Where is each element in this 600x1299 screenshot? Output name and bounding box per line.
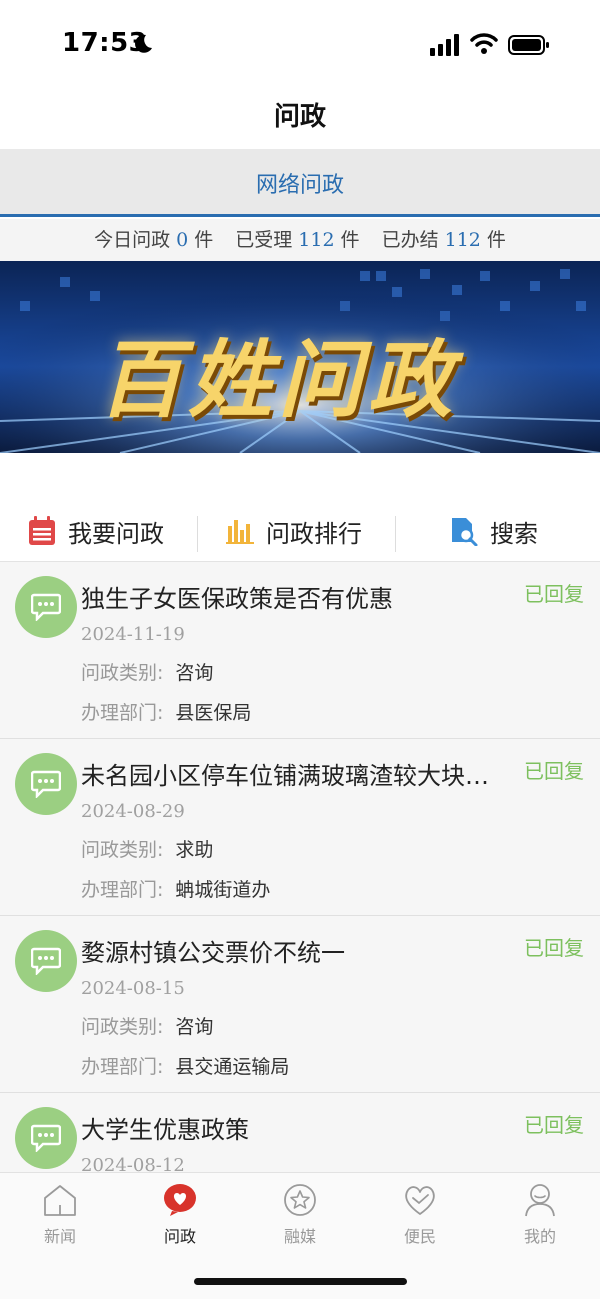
category-label: 问政类别: [81,1016,164,1038]
tab-network-wenzheng[interactable]: 网络问政 [0,149,600,217]
item-title: 大学生优惠政策 [81,1116,249,1144]
category-label: 问政类别: [81,662,164,684]
chat-bubble-icon [31,947,61,975]
chat-avatar [15,753,77,815]
ask-question-button[interactable]: 我要问政 [28,500,164,562]
ask-question-label: 我要问政 [68,519,164,548]
department-value: 蚺城街道办 [175,879,271,901]
search-button[interactable]: 搜索 [450,500,538,562]
tab-media[interactable]: 融媒 [240,1183,360,1247]
status-badge: 已回复 [524,759,584,783]
stats-unit-1: 件 [194,229,214,251]
moon-icon [135,34,152,53]
category-value: 咨询 [175,1016,214,1038]
tab-label: 网络问政 [255,173,344,198]
item-date: 2024-08-15 [81,978,185,999]
star-circle-icon [284,1184,316,1216]
department-label: 办理部门: [81,702,164,724]
ranking-button[interactable]: 问政排行 [226,500,362,562]
stats-done-value: 112 [444,229,481,251]
item-category-row: 问政类别: 求助 [81,835,213,862]
tab-service-label: 便民 [403,1227,436,1246]
status-bar: 17:53 [0,0,600,88]
heart-chat-icon [164,1184,196,1216]
tab-mine[interactable]: 我的 [480,1183,600,1247]
search-doc-icon [452,518,478,546]
tab-wenzheng-label: 问政 [163,1227,196,1246]
list-item[interactable]: 婺源村镇公交票价不统一 已回复 2024-08-15 问政类别: 咨询 办理部门:… [0,916,600,1093]
stats-done-label: 已办结 [381,229,439,251]
chat-bubble-icon [31,1124,61,1152]
chat-avatar [15,576,77,638]
ranking-label: 问政排行 [266,519,362,548]
stats-accepted-value: 112 [298,229,335,251]
search-label: 搜索 [490,519,538,548]
page-title: 问政 [273,102,326,132]
stats-accepted-label: 已受理 [235,229,293,251]
tab-wenzheng[interactable]: 问政 [120,1183,240,1247]
item-title: 婺源村镇公交票价不统一 [81,939,345,967]
item-category-row: 问政类别: 咨询 [81,658,213,685]
department-value: 县医保局 [175,702,252,724]
list-item[interactable]: 大学生优惠政策 已回复 2024-08-12 [0,1093,600,1172]
status-badge: 已回复 [524,936,584,960]
tab-news[interactable]: 新闻 [0,1183,120,1247]
wifi-icon [470,33,498,54]
category-label: 问政类别: [81,839,164,861]
item-title: 未名园小区停车位铺满玻璃渣较大块的石子 [81,762,501,790]
stats-unit-3: 件 [486,229,506,251]
item-category-row: 问政类别: 咨询 [81,1012,213,1039]
list-item[interactable]: 独生子女医保政策是否有优惠 已回复 2024-11-19 问政类别: 咨询 办理部… [0,562,600,739]
bar-chart-icon [226,520,254,544]
item-date: 2024-08-29 [81,801,185,822]
list-item[interactable]: 未名园小区停车位铺满玻璃渣较大块的石子 已回复 2024-08-29 问政类别:… [0,739,600,916]
chat-avatar [15,1107,77,1169]
user-icon [525,1184,555,1217]
department-label: 办理部门: [81,879,164,901]
chat-avatar [15,930,77,992]
chat-bubble-icon [31,770,61,798]
stats-today-value: 0 [176,229,189,251]
home-icon [44,1185,76,1216]
banner[interactable]: 百姓问政 [0,261,600,453]
category-value: 求助 [175,839,214,861]
banner-title: 百姓问政 [98,330,459,429]
stats-unit-2: 件 [340,229,360,251]
item-department-row: 办理部门: 蚺城街道办 [81,875,270,902]
tab-news-label: 新闻 [43,1227,76,1246]
item-title: 独生子女医保政策是否有优惠 [81,585,393,613]
heart-check-icon [405,1186,435,1215]
status-badge: 已回复 [524,1113,584,1137]
category-value: 咨询 [175,662,214,684]
divider [395,516,396,552]
chat-bubble-icon [31,593,61,621]
item-date: 2024-11-19 [81,624,185,645]
battery-icon [508,35,549,55]
calendar-icon [29,516,55,545]
divider [197,516,198,552]
tab-media-label: 融媒 [283,1227,316,1246]
stats-bar: 今日问政 0 件 已受理 112 件 已办结 112 件 [0,219,600,261]
tab-service[interactable]: 便民 [360,1183,480,1247]
signal-icon [430,34,459,56]
stats-today-label: 今日问政 [94,229,171,251]
item-department-row: 办理部门: 县交通运输局 [81,1052,289,1079]
department-value: 县交通运输局 [175,1056,290,1078]
action-bar: 我要问政 问政排行 搜索 [0,500,600,562]
question-list[interactable]: 独生子女医保政策是否有优惠 已回复 2024-11-19 问政类别: 咨询 办理部… [0,562,600,1172]
item-department-row: 办理部门: 县医保局 [81,698,251,725]
item-date: 2024-08-12 [81,1155,185,1172]
home-indicator [194,1278,407,1285]
tab-mine-label: 我的 [523,1227,556,1246]
status-badge: 已回复 [524,582,584,606]
department-label: 办理部门: [81,1056,164,1078]
